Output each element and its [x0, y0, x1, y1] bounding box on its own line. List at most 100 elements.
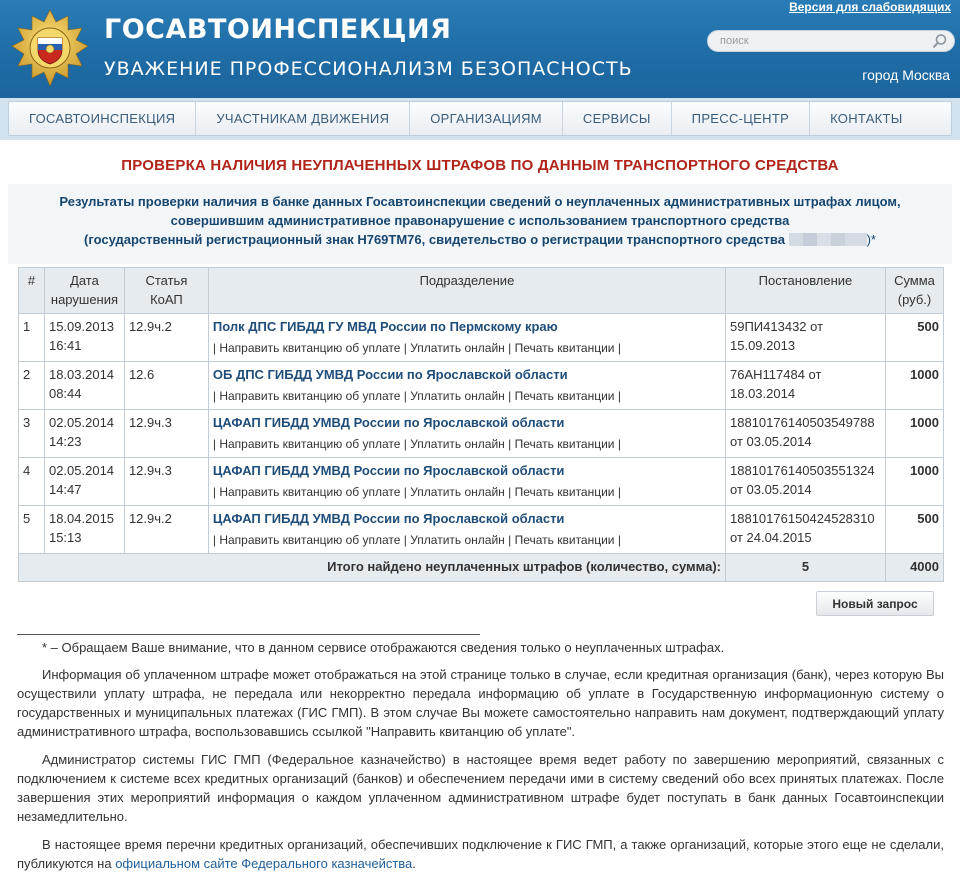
search-icon[interactable]: [932, 33, 948, 49]
pay-online-link[interactable]: Уплатить онлайн: [410, 533, 505, 547]
cell-sum: 1000: [884, 457, 945, 506]
print-receipt-link[interactable]: Печать квитанции: [515, 437, 615, 451]
accessibility-version-link[interactable]: Версия для слабовидящих: [789, 0, 951, 14]
note-paragraph-3: В настоящее время перечни кредитных орга…: [17, 835, 944, 873]
fines-table: # Дата нарушения Статья КоАП Подразделен…: [18, 267, 945, 582]
cell-unit: ЦАФАП ГИБДД УМВД России по Ярославской о…: [207, 505, 727, 554]
result-line-3-tail: )*: [866, 232, 876, 247]
cell-sum: 500: [884, 505, 945, 554]
main-nav: ГОСАВТОИНСПЕКЦИЯ УЧАСТНИКАМ ДВИЖЕНИЯ ОРГ…: [8, 101, 952, 136]
nav-item-organizations[interactable]: ОРГАНИЗАЦИЯМ: [410, 102, 563, 135]
cell-date: 18.03.2014 08:44: [43, 361, 125, 410]
table-row: 1 15.09.2013 16:41 12.9ч.2 Полк ДПС ГИБД…: [18, 313, 945, 362]
cell-num: 3: [18, 409, 45, 458]
result-line-2: совершившим административное правонаруше…: [170, 213, 790, 228]
cell-article: 12.9ч.2: [123, 313, 209, 362]
send-receipt-link[interactable]: Направить квитанцию об уплате: [219, 533, 400, 547]
site-motto: УВАЖЕНИЕ ПРОФЕССИОНАЛИЗМ БЕЗОПАСНОСТЬ: [104, 58, 633, 80]
result-summary-text: Результаты проверки наличия в банке данн…: [8, 192, 952, 249]
nav-item-services[interactable]: СЕРВИСЫ: [563, 102, 672, 135]
note-paragraph-1: Информация об уплаченном штрафе может от…: [17, 667, 944, 739]
new-request-button[interactable]: Новый запрос: [816, 591, 934, 616]
note-paragraph-2: Администратор системы ГИС ГМП (Федеральн…: [17, 752, 944, 824]
site-header: ГОСАВТОИНСПЕКЦИЯ УВАЖЕНИЕ ПРОФЕССИОНАЛИЗ…: [0, 0, 960, 100]
total-sum: 4000: [884, 553, 945, 582]
print-receipt-link[interactable]: Печать квитанции: [515, 485, 615, 499]
cell-decree: 18810176140503549788 от 03.05.2014: [725, 409, 886, 458]
gibdd-emblem-logo[interactable]: [10, 8, 90, 88]
row-actions: | Направить квитанцию об уплате | Уплати…: [212, 389, 621, 403]
cell-num: 4: [18, 457, 45, 506]
print-receipt-link[interactable]: Печать квитанции: [515, 341, 615, 355]
cell-decree: 76АН117484 от 18.03.2014: [725, 361, 886, 410]
cell-num: 1: [18, 313, 45, 362]
unit-name: Полк ДПС ГИБДД ГУ МВД России по Пермском…: [212, 319, 558, 334]
treasury-site-link[interactable]: официальном сайте Федерального казначейс…: [115, 856, 412, 871]
cell-unit: Полк ДПС ГИБДД ГУ МВД России по Пермском…: [207, 313, 727, 362]
row-actions: | Направить квитанцию об уплате | Уплати…: [212, 485, 621, 499]
search-input[interactable]: [718, 33, 933, 49]
cell-unit: ОБ ДПС ГИБДД УМВД России по Ярославской …: [207, 361, 727, 410]
send-receipt-link[interactable]: Направить квитанцию об уплате: [219, 485, 400, 499]
row-actions: | Направить квитанцию об уплате | Уплати…: [212, 533, 621, 547]
unit-name: ЦАФАП ГИБДД УМВД России по Ярославской о…: [212, 463, 565, 478]
table-row: 5 18.04.2015 15:13 12.9ч.2 ЦАФАП ГИБДД У…: [18, 505, 945, 554]
total-label: Итого найдено неуплаченных штрафов (коли…: [18, 553, 726, 582]
row-actions: | Направить квитанцию об уплате | Уплати…: [212, 341, 621, 355]
cell-article: 12.9ч.3: [123, 409, 209, 458]
city-selector[interactable]: город Москва: [862, 67, 950, 83]
column-header-decree: Постановление: [725, 267, 886, 314]
cell-sum: 500: [884, 313, 945, 362]
page-title: ПРОВЕРКА НАЛИЧИЯ НЕУПЛАЧЕННЫХ ШТРАФОВ ПО…: [121, 157, 839, 174]
cell-article: 12.6: [123, 361, 209, 410]
note-paragraph-3-end: .: [412, 856, 416, 871]
print-receipt-link[interactable]: Печать квитанции: [515, 389, 615, 403]
table-header-row: # Дата нарушения Статья КоАП Подразделен…: [18, 267, 945, 314]
notes-section: * – Обращаем Ваше внимание, что в данном…: [17, 638, 944, 882]
table-row: 3 02.05.2014 14:23 12.9ч.3 ЦАФАП ГИБДД У…: [18, 409, 945, 458]
print-receipt-link[interactable]: Печать квитанции: [515, 533, 615, 547]
result-line-1: Результаты проверки наличия в банке данн…: [59, 194, 901, 209]
send-receipt-link[interactable]: Направить квитанцию об уплате: [219, 341, 400, 355]
footnote-divider: [17, 634, 480, 635]
column-header-date: Дата нарушения: [43, 267, 125, 314]
cell-date: 02.05.2014 14:47: [43, 457, 125, 506]
table-row: 2 18.03.2014 08:44 12.6 ОБ ДПС ГИБДД УМВ…: [18, 361, 945, 410]
table-total-row: Итого найдено неуплаченных штрафов (коли…: [18, 553, 945, 582]
pay-online-link[interactable]: Уплатить онлайн: [410, 437, 505, 451]
pay-online-link[interactable]: Уплатить онлайн: [410, 389, 505, 403]
redacted-certificate-number: [788, 233, 867, 246]
total-count: 5: [725, 553, 886, 582]
unit-name: ЦАФАП ГИБДД УМВД России по Ярославской о…: [212, 415, 565, 430]
column-header-sum: Сумма (руб.): [884, 267, 945, 314]
pay-online-link[interactable]: Уплатить онлайн: [410, 341, 505, 355]
result-line-3-text: (государственный регистрационный знак Н7…: [84, 232, 785, 247]
main-nav-bar: ГОСАВТОИНСПЕКЦИЯ УЧАСТНИКАМ ДВИЖЕНИЯ ОРГ…: [0, 98, 960, 140]
pay-online-link[interactable]: Уплатить онлайн: [410, 485, 505, 499]
cell-article: 12.9ч.2: [123, 505, 209, 554]
nav-item-traffic-participants[interactable]: УЧАСТНИКАМ ДВИЖЕНИЯ: [196, 102, 411, 135]
nav-item-gosavtoinspekciya[interactable]: ГОСАВТОИНСПЕКЦИЯ: [9, 102, 197, 135]
result-summary-block: Результаты проверки наличия в банке данн…: [8, 184, 952, 264]
footnote-text: * – Обращаем Ваше внимание, что в данном…: [42, 640, 725, 655]
cell-decree: 18810176140503551324 от 03.05.2014: [725, 457, 886, 506]
cell-decree: 18810176150424528310 от 24.04.2015: [725, 505, 886, 554]
search-box: [707, 30, 955, 52]
nav-item-press-center[interactable]: ПРЕСС-ЦЕНТР: [672, 102, 811, 135]
nav-item-contacts[interactable]: КОНТАКТЫ: [810, 102, 923, 135]
column-header-article: Статья КоАП: [123, 267, 209, 314]
cell-num: 2: [18, 361, 45, 410]
cell-article: 12.9ч.3: [123, 457, 209, 506]
column-header-num: #: [18, 267, 45, 314]
unit-name: ОБ ДПС ГИБДД УМВД России по Ярославской …: [212, 367, 568, 382]
send-receipt-link[interactable]: Направить квитанцию об уплате: [219, 389, 400, 403]
cell-num: 5: [18, 505, 45, 554]
cell-unit: ЦАФАП ГИБДД УМВД России по Ярославской о…: [207, 457, 727, 506]
column-header-unit: Подразделение: [207, 267, 727, 314]
table-row: 4 02.05.2014 14:47 12.9ч.3 ЦАФАП ГИБДД У…: [18, 457, 945, 506]
cell-date: 15.09.2013 16:41: [43, 313, 125, 362]
row-actions: | Направить квитанцию об уплате | Уплати…: [212, 437, 621, 451]
send-receipt-link[interactable]: Направить квитанцию об уплате: [219, 437, 400, 451]
result-line-3: (государственный регистрационный знак Н7…: [8, 230, 952, 249]
site-title[interactable]: ГОСАВТОИНСПЕКЦИЯ: [104, 14, 451, 45]
